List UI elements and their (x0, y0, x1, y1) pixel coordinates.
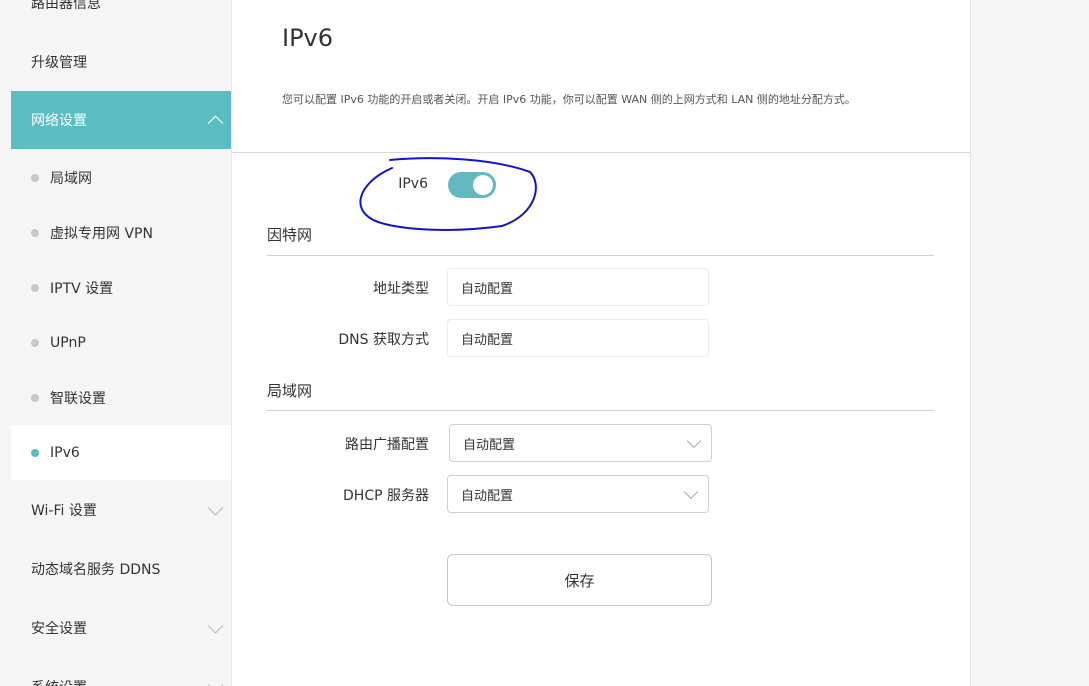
page-title: IPv6 (282, 24, 334, 52)
sidebar-item-label: 动态域名服务 DDNS (31, 562, 161, 578)
sidebar-item-router-info[interactable]: 路由器信息 (11, 0, 231, 32)
chevron-down-icon (207, 677, 224, 686)
router-advertisement-value: 自动配置 (463, 437, 516, 453)
sidebar-subitem-label: 局域网 (50, 170, 92, 187)
sidebar-subitem-label: IPv6 (50, 444, 80, 461)
bullet-dot-icon (31, 173, 39, 182)
dhcp-server-label: DHCP 服务器 (343, 488, 429, 504)
main-panel: IPv6 您可以配置 IPv6 功能的开启或者关闭。开启 IPv6 功能，你可以… (232, 0, 971, 686)
router-advertisement-label: 路由广播配置 (345, 437, 429, 453)
sidebar-item-label: Wi-Fi 设置 (31, 503, 97, 519)
toggle-knob (473, 175, 493, 195)
sidebar-item-ddns[interactable]: 动态域名服务 DDNS (11, 540, 231, 598)
sidebar-item-system[interactable]: 系统设置 (11, 658, 231, 686)
section-divider (267, 255, 934, 256)
address-type-label: 地址类型 (373, 281, 429, 297)
sidebar-item-label: 系统设置 (31, 677, 87, 686)
address-type-value: 自动配置 (461, 281, 514, 297)
dhcp-server-select[interactable]: 自动配置 (447, 475, 709, 513)
chevron-down-icon (207, 618, 224, 634)
sidebar-item-label: 安全设置 (31, 621, 87, 637)
sidebar-item-security[interactable]: 安全设置 (11, 599, 231, 657)
sidebar-subitem-smart-connect[interactable]: 智联设置 (11, 370, 231, 425)
chevron-down-icon (683, 484, 699, 500)
save-button[interactable]: 保存 (447, 554, 712, 606)
bullet-dot-icon (31, 228, 39, 237)
dns-mode-value: 自动配置 (461, 332, 514, 348)
bullet-dot-icon (31, 448, 39, 457)
sidebar: 路由器信息 升级管理 网络设置 局域网 虚拟专用网 VPN IPTV 设置 UP… (11, 0, 232, 686)
sidebar-item-label: 网络设置 (31, 113, 87, 129)
address-type-field: 自动配置 (447, 268, 709, 306)
page-description: 您可以配置 IPv6 功能的开启或者关闭。开启 IPv6 功能，你可以配置 WA… (282, 93, 856, 106)
sidebar-item-wifi[interactable]: Wi-Fi 设置 (11, 481, 231, 539)
sidebar-item-label: 路由器信息 (31, 0, 101, 12)
dns-mode-label: DNS 获取方式 (338, 332, 429, 348)
sidebar-subitem-vpn[interactable]: 虚拟专用网 VPN (11, 205, 231, 260)
chevron-up-icon (207, 115, 224, 132)
sidebar-item-upgrade[interactable]: 升级管理 (11, 33, 231, 91)
bullet-dot-icon (31, 338, 39, 347)
sidebar-subitem-label: 智联设置 (50, 390, 106, 407)
sidebar-subitem-ipv6[interactable]: IPv6 (11, 425, 231, 480)
sidebar-item-network-settings[interactable]: 网络设置 (11, 91, 231, 149)
ipv6-toggle-label: IPv6 (398, 176, 428, 192)
sidebar-subitem-label: 虚拟专用网 VPN (50, 225, 153, 242)
sidebar-subitem-upnp[interactable]: UPnP (11, 315, 231, 370)
dns-mode-field: 自动配置 (447, 319, 709, 357)
header-divider (232, 152, 970, 153)
chevron-down-icon (686, 433, 702, 449)
sidebar-subitem-lan[interactable]: 局域网 (11, 150, 231, 205)
sidebar-subitem-label: UPnP (50, 334, 86, 351)
sidebar-subitem-iptv[interactable]: IPTV 设置 (11, 260, 231, 315)
sidebar-item-label: 升级管理 (31, 55, 87, 71)
section-divider (267, 410, 934, 411)
router-advertisement-select[interactable]: 自动配置 (449, 424, 712, 462)
bullet-dot-icon (31, 283, 39, 292)
chevron-down-icon (207, 500, 224, 516)
section-title-internet: 因特网 (267, 226, 313, 244)
sidebar-subitem-label: IPTV 设置 (50, 280, 114, 297)
dhcp-server-value: 自动配置 (461, 488, 514, 504)
bullet-dot-icon (31, 393, 39, 402)
hand-drawn-circle-annotation (359, 157, 537, 231)
section-title-lan: 局域网 (267, 382, 313, 400)
ipv6-toggle[interactable] (448, 172, 496, 198)
